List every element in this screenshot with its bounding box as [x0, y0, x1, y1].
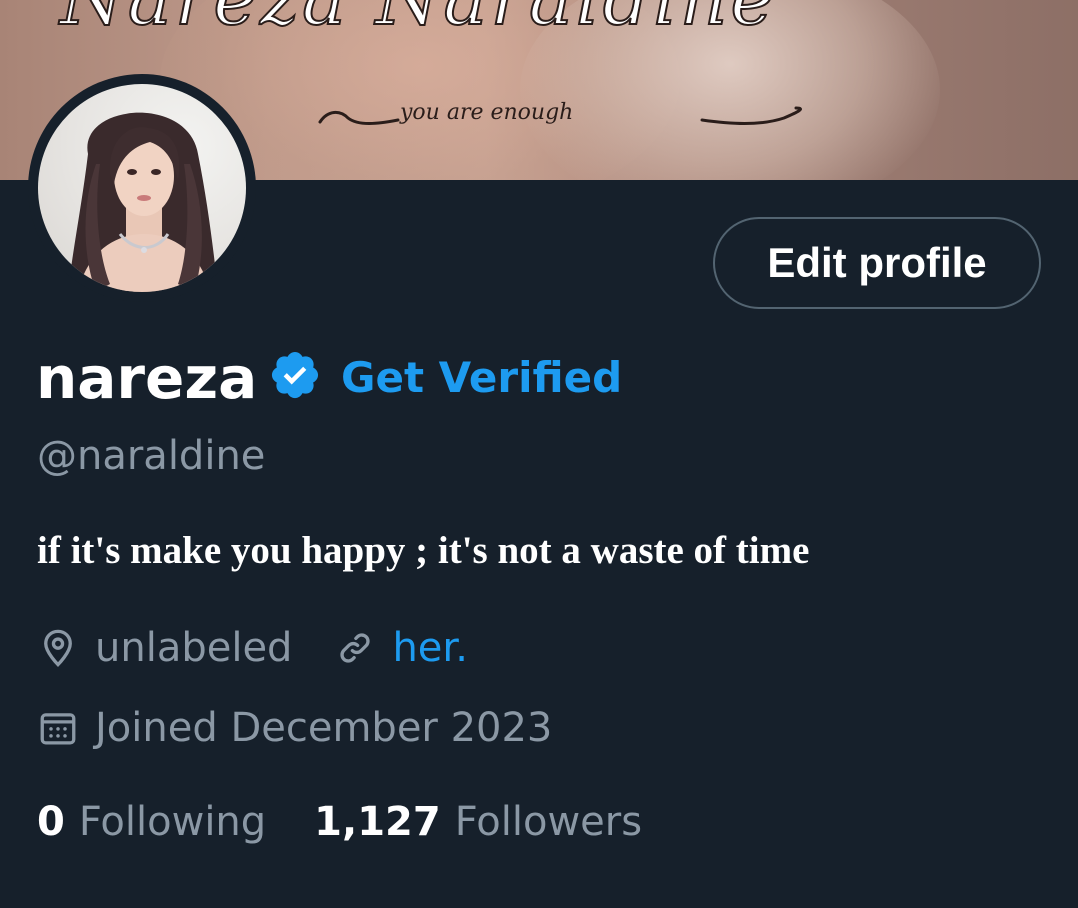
banner-title: Nareza Naraldine [59, 0, 777, 43]
followers-count: 1,127 [314, 799, 441, 845]
profile-website-link[interactable]: her. [392, 622, 467, 674]
banner-swash-right [700, 106, 802, 125]
following-count: 0 [37, 799, 65, 845]
avatar[interactable] [28, 74, 256, 302]
edit-profile-button[interactable]: Edit profile [713, 217, 1041, 309]
followers-label: Followers [454, 799, 643, 845]
display-name: nareza [36, 344, 258, 412]
follow-counts: 0 Following 1,127 Followers [37, 796, 642, 848]
following-link[interactable]: 0 Following [37, 796, 266, 848]
profile-bio: if it's make you happy ; it's not a wast… [37, 529, 810, 572]
location-pin-icon [44, 629, 72, 667]
avatar-photo [38, 84, 246, 292]
joined-date-text: Joined December 2023 [95, 705, 553, 751]
link-icon [340, 633, 371, 663]
get-verified-link[interactable]: Get Verified [341, 350, 622, 406]
calendar-icon [40, 713, 76, 745]
following-label: Following [78, 799, 267, 845]
banner-swash-left [318, 111, 400, 125]
followers-link[interactable]: 1,127 Followers [314, 796, 642, 848]
user-handle: @naraldine [37, 433, 266, 479]
profile-joined-row: Joined December 2023 [37, 702, 552, 754]
location-text: unlabeled [95, 625, 293, 671]
banner-tagline: you are enough [400, 100, 574, 125]
profile-meta-row: unlabeled her. [37, 622, 468, 674]
profile-page: Nareza Naraldine you are enough [0, 0, 1078, 908]
avatar-portrait-icon [68, 112, 218, 292]
verified-badge-icon[interactable] [268, 348, 322, 402]
